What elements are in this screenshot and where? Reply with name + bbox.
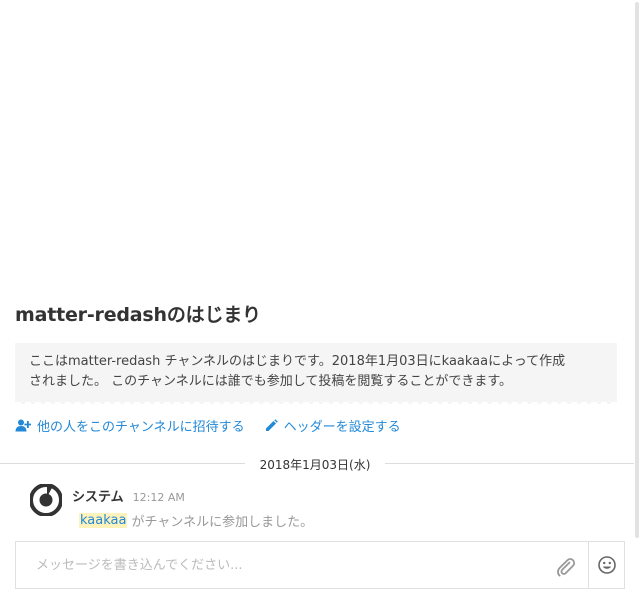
date-separator-line-left <box>0 463 245 464</box>
add-user-icon <box>15 419 31 432</box>
channel-intro: matter-redashのはじまり ここはmatter-redash チャンネ… <box>15 300 617 435</box>
post-message-text: がチャンネルに参加しました。 <box>131 515 314 530</box>
channel-intro-description-line1: ここはmatter-redash チャンネルのはじまりです。2018年1月03日… <box>29 354 566 369</box>
mattermost-logo-icon <box>30 484 62 516</box>
channel-intro-description: ここはmatter-redash チャンネルのはじまりです。2018年1月03日… <box>15 343 617 404</box>
date-separator-label: 2018年1月03日(水) <box>259 458 371 472</box>
post-username[interactable]: システム <box>72 486 124 505</box>
invite-members-label: 他の人をこのチャンネルに招待する <box>37 420 245 435</box>
scrollbar[interactable] <box>634 0 640 540</box>
set-header-label: ヘッダーを設定する <box>283 420 401 435</box>
scrollbar-thumb[interactable] <box>635 2 639 538</box>
user-mention[interactable]: kaakaa <box>79 513 128 528</box>
channel-intro-description-line2: されました。 このチャンネルには誰でも参加して投稿を閲覧することができます。 <box>29 374 513 389</box>
invite-members-link[interactable]: 他の人をこのチャンネルに招待する <box>15 416 245 435</box>
post-message: kaakaa がチャンネルに参加しました。 <box>79 511 313 530</box>
channel-intro-title: matter-redashのはじまり <box>15 304 261 326</box>
message-composer <box>15 541 625 589</box>
pencil-icon <box>265 419 278 431</box>
smiley-icon[interactable] <box>597 555 617 575</box>
message-input[interactable] <box>16 542 586 588</box>
set-header-link[interactable]: ヘッダーを設定する <box>265 416 401 435</box>
date-separator: 2018年1月03日(水) <box>0 454 634 474</box>
paperclip-icon[interactable] <box>554 555 576 577</box>
post-timestamp[interactable]: 12:12 AM <box>133 491 185 504</box>
composer-divider <box>588 541 589 589</box>
post-header: システム 12:12 AM <box>72 486 185 505</box>
channel-intro-actions: 他の人をこのチャンネルに招待する ヘッダーを設定する <box>15 416 617 435</box>
date-separator-line-right <box>385 463 634 464</box>
